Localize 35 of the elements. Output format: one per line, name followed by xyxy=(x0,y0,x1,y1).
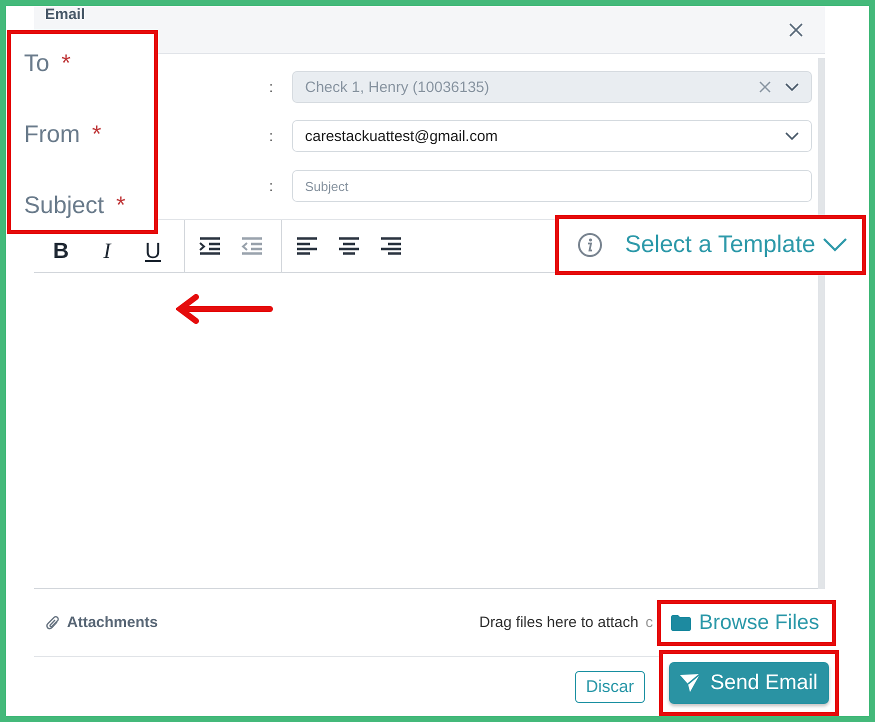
chevron-icon[interactable] xyxy=(823,238,848,252)
paperclip-icon xyxy=(46,614,60,630)
align-left-icon[interactable] xyxy=(296,237,318,255)
field-label: To xyxy=(24,50,50,78)
drag-hint: Drag files here to attach xyxy=(479,614,638,631)
underline-button[interactable]: U xyxy=(140,238,166,264)
send-email-button[interactable]: Send Email xyxy=(669,662,829,704)
template-dropdown[interactable]: Select a Template xyxy=(611,231,816,259)
colon: : xyxy=(269,78,274,96)
field-value: Check 1, Henry (10036135) xyxy=(305,78,490,96)
subject-input[interactable]: Subject xyxy=(292,170,812,202)
field-label: Subject xyxy=(24,192,104,220)
bold-button[interactable]: B xyxy=(48,238,74,264)
align-center-icon[interactable] xyxy=(338,237,360,255)
browse-files-link[interactable]: Browse Files xyxy=(691,611,820,635)
select-field[interactable]: carestackuattest@gmail.com xyxy=(292,120,812,152)
discard-button[interactable]: Discar xyxy=(574,670,645,702)
required-mark: * xyxy=(116,192,126,220)
folder-icon xyxy=(671,615,691,631)
send-icon xyxy=(680,674,700,692)
attachments-label: Attachments xyxy=(67,614,159,631)
info-icon xyxy=(577,232,603,258)
hint-fragment: c xyxy=(646,614,653,631)
field-label: From xyxy=(24,121,80,149)
colon: : xyxy=(269,178,274,194)
chevron-icon[interactable] xyxy=(785,132,799,140)
close-icon[interactable] xyxy=(789,22,803,36)
indent-icon[interactable] xyxy=(199,237,221,255)
colon: : xyxy=(269,128,274,144)
required-mark: * xyxy=(92,121,102,149)
required-mark: * xyxy=(61,50,71,78)
dialog-title: Email xyxy=(45,6,86,23)
align-right-icon[interactable] xyxy=(380,237,402,255)
italic-button[interactable]: I xyxy=(94,238,120,264)
field-value: carestackuattest@gmail.com xyxy=(305,128,499,144)
